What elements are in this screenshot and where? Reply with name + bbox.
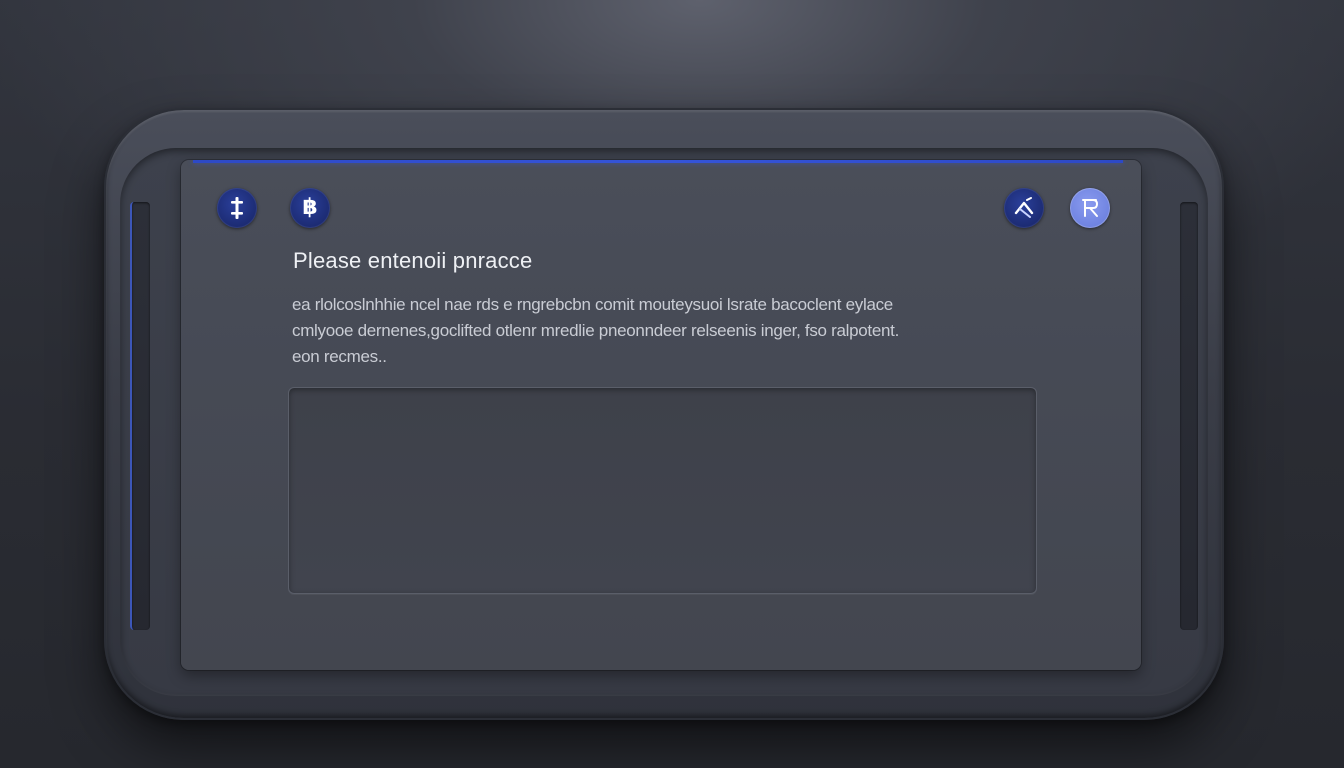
- description-line: ea rlolcoslnhhie ncel nae rds e rngrebcb…: [292, 295, 893, 314]
- reset-icon-glyph: [1082, 199, 1098, 217]
- description-line: eon recmes..: [292, 347, 387, 366]
- ticker-icon[interactable]: [217, 188, 257, 228]
- bitcoin-icon[interactable]: ฿: [290, 188, 330, 228]
- left-side-rail: [130, 202, 150, 630]
- ticker-icon-glyph: [231, 197, 243, 219]
- swap-icon[interactable]: [1004, 188, 1044, 228]
- dialog-description: ea rlolcoslnhhie ncel nae rds e rngrebcb…: [292, 292, 1052, 370]
- right-side-rail: [1180, 202, 1198, 630]
- dialog-accent-line: [193, 160, 1123, 163]
- reset-icon[interactable]: [1070, 188, 1110, 228]
- passphrase-input[interactable]: [288, 387, 1037, 594]
- swap-icon-glyph: [1014, 197, 1034, 218]
- bitcoin-icon-glyph: ฿: [302, 195, 318, 220]
- description-line: cmlyooe dernenes,goclifted otlenr mredli…: [292, 321, 900, 340]
- dialog-title: Please entenoii pnracce: [293, 248, 533, 273]
